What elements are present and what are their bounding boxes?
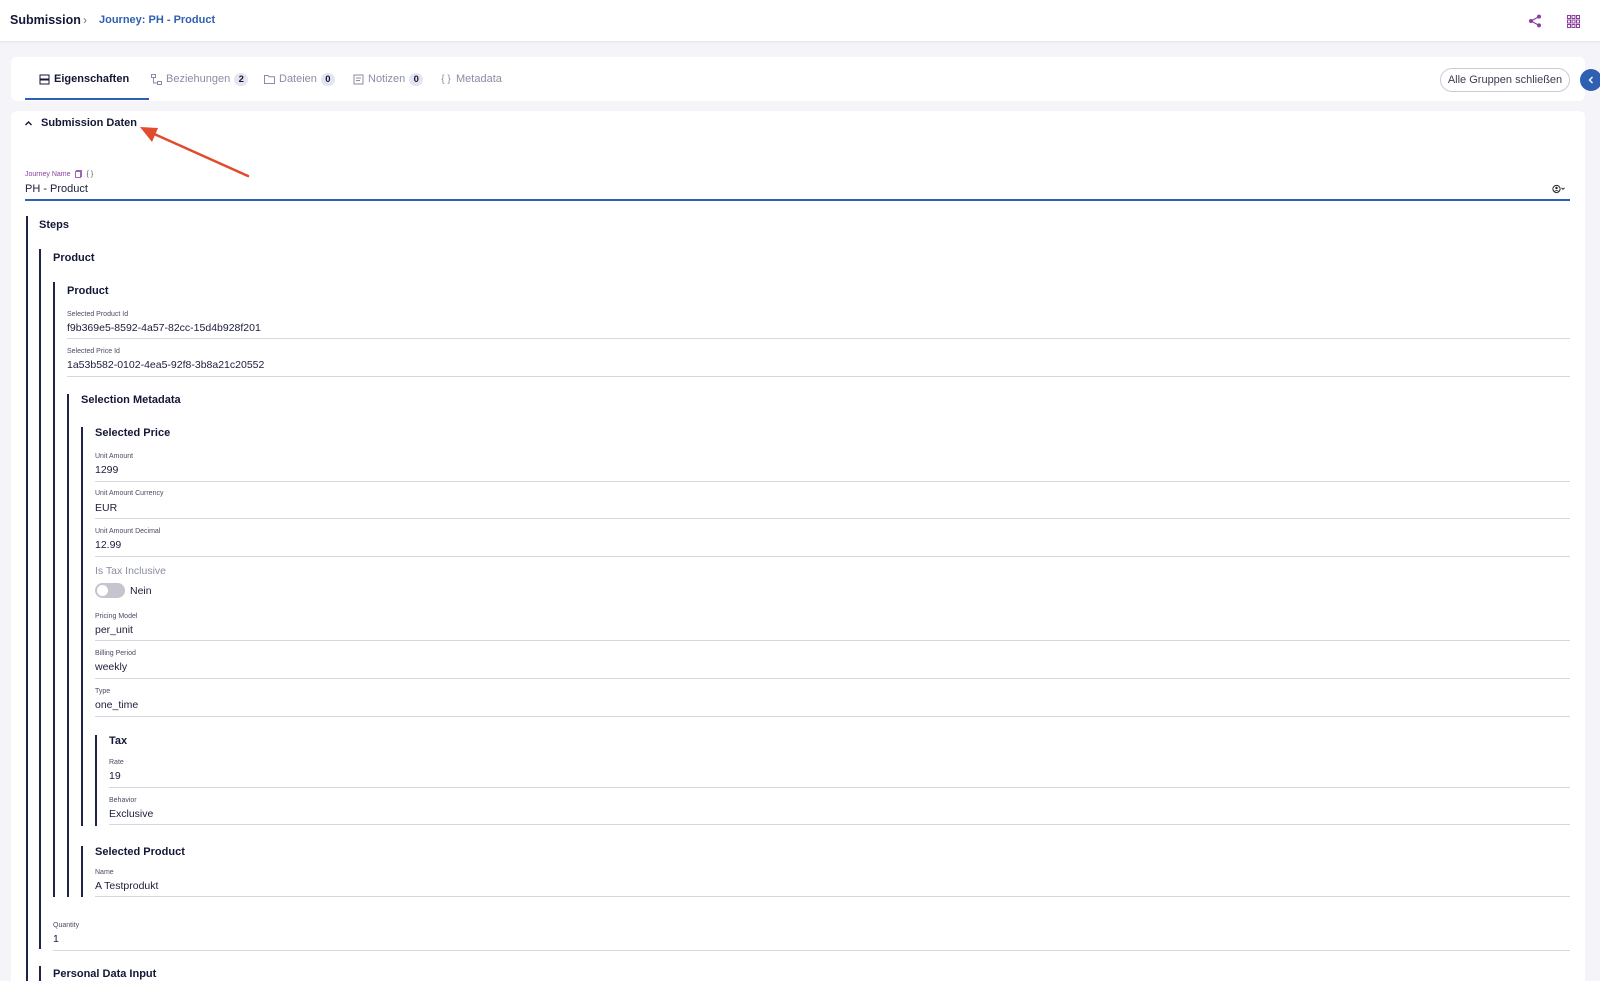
tab-count-badge: 0 [409, 72, 424, 86]
selected-price-nesting-line [81, 427, 83, 826]
top-bar: Submission › Journey: PH - Product [0, 0, 1600, 42]
group-title: Submission Daten [41, 117, 137, 129]
sidebar-toggle-button[interactable] [1580, 69, 1600, 91]
chevron-up-icon [25, 120, 32, 125]
tab-beziehungen[interactable]: Beziehungen 2 [150, 57, 249, 101]
selected-price-id-label: Selected Price Id [67, 348, 120, 355]
section-personal-data-input: Personal Data Input [53, 968, 157, 980]
name-value[interactable]: A Testprodukt [95, 880, 158, 892]
field-underline [95, 556, 1570, 557]
breadcrumb-current[interactable]: Journey: PH - Product [99, 14, 215, 26]
unit-amount-decimal-value[interactable]: 12.99 [95, 539, 121, 551]
quantity-value[interactable]: 1 [53, 933, 59, 945]
is-tax-inclusive-label: Is Tax Inclusive [95, 565, 167, 577]
active-tab-indicator [25, 98, 149, 100]
section-selected-price: Selected Price [95, 427, 171, 439]
selection-metadata-nesting-line [67, 394, 69, 897]
journey-name-value[interactable]: PH - Product [25, 183, 88, 195]
tab-dateien[interactable]: Dateien 0 [263, 57, 335, 101]
steps-nesting-line [26, 216, 28, 981]
section-selection-metadata: Selection Metadata [81, 394, 181, 406]
product-inner-nesting-line [53, 282, 55, 897]
braces-icon[interactable]: { } [87, 171, 94, 178]
section-tax: Tax [109, 735, 128, 747]
section-selected-product: Selected Product [95, 846, 185, 858]
rate-label: Rate [109, 759, 124, 766]
field-underline [109, 787, 1570, 788]
field-underline [95, 640, 1570, 641]
unit-amount-currency-label: Unit Amount Currency [95, 490, 164, 497]
selected-product-id-label: Selected Product Id [67, 311, 129, 318]
journey-name-underline [25, 199, 1570, 201]
field-underline [95, 678, 1570, 679]
group-header-submission-daten[interactable]: Submission Daten [24, 117, 137, 129]
folder-icon [263, 73, 275, 85]
field-underline [67, 338, 1570, 339]
quantity-label: Quantity [53, 922, 80, 929]
is-tax-inclusive-toggle[interactable] [95, 583, 125, 598]
type-label: Type [95, 688, 111, 695]
tax-nesting-line [95, 735, 97, 826]
field-underline [95, 518, 1570, 519]
field-underline [95, 896, 1570, 897]
field-underline [67, 376, 1570, 377]
share-icon[interactable] [1526, 12, 1544, 30]
unit-amount-currency-value[interactable]: EUR [95, 502, 117, 514]
copy-icon[interactable] [74, 170, 83, 178]
properties-panel [11, 111, 1585, 981]
journey-name-label: Journey Name { } [25, 170, 93, 178]
note-icon [352, 73, 364, 85]
field-underline [95, 716, 1570, 717]
user-settings-icon[interactable] [1552, 184, 1566, 197]
braces-icon: { } [441, 73, 451, 85]
grid-apps-icon[interactable] [1564, 12, 1582, 30]
breadcrumb-separator: › [83, 13, 87, 27]
name-label: Name [95, 869, 114, 876]
is-tax-inclusive-value: Nein [130, 585, 152, 597]
tab-label: Eigenschaften [54, 73, 130, 85]
breadcrumb-root[interactable]: Submission [10, 13, 81, 27]
unit-amount-label: Unit Amount [95, 453, 134, 460]
field-underline [53, 950, 1570, 951]
section-product-inner: Product [67, 285, 109, 297]
selected-price-id-value[interactable]: 1a53b582-0102-4ea5-92f8-3b8a21c20552 [67, 359, 264, 371]
field-underline [109, 824, 1570, 825]
field-underline [95, 481, 1570, 482]
journey-name-label-text: Journey Name [25, 170, 71, 178]
billing-period-label: Billing Period [95, 650, 136, 657]
pricing-model-value[interactable]: per_unit [95, 624, 133, 636]
properties-icon [38, 73, 50, 85]
collapse-all-groups-button[interactable]: Alle Gruppen schließen [1440, 68, 1570, 92]
section-product-outer: Product [53, 252, 95, 264]
type-value[interactable]: one_time [95, 699, 138, 711]
tab-count-badge: 2 [234, 72, 249, 86]
tab-eigenschaften[interactable]: Eigenschaften [38, 57, 129, 101]
chevron-left-icon [1588, 76, 1593, 84]
behavior-label: Behavior [109, 797, 137, 804]
tab-bar: Eigenschaften Beziehungen 2 Dateien 0 No… [11, 57, 1585, 101]
tab-label: Metadata [456, 73, 502, 85]
pricing-model-label: Pricing Model [95, 613, 138, 620]
tab-label: Dateien [279, 73, 317, 85]
unit-amount-decimal-label: Unit Amount Decimal [95, 528, 161, 535]
relations-icon [150, 73, 162, 85]
personal-data-nesting-line [39, 966, 41, 981]
tab-notizen[interactable]: Notizen 0 [352, 57, 424, 101]
rate-value[interactable]: 19 [109, 770, 121, 782]
tab-count-badge: 0 [320, 72, 335, 86]
selected-product-nesting-line [81, 846, 83, 897]
billing-period-value[interactable]: weekly [95, 661, 127, 673]
tab-metadata[interactable]: { } Metadata [440, 57, 502, 101]
toggle-knob [97, 585, 108, 596]
selected-product-id-value[interactable]: f9b369e5-8592-4a57-82cc-15d4b928f201 [67, 322, 261, 334]
tab-label: Beziehungen [166, 73, 231, 85]
section-steps: Steps [39, 219, 69, 231]
tab-label: Notizen [368, 73, 406, 85]
unit-amount-value[interactable]: 1299 [95, 464, 118, 476]
behavior-value[interactable]: Exclusive [109, 808, 153, 820]
product-outer-nesting-line [39, 249, 41, 949]
